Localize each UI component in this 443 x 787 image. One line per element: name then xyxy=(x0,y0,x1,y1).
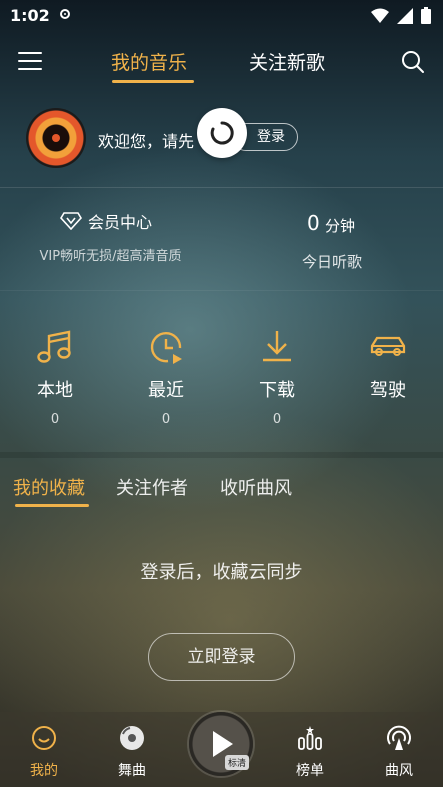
listen-today-label: 今日听歌 xyxy=(301,253,362,271)
car-icon xyxy=(370,336,406,356)
avatar[interactable] xyxy=(26,108,86,168)
quick-item-label: 本地 xyxy=(37,380,73,401)
tab-active-indicator xyxy=(15,504,89,507)
radio-icon xyxy=(387,725,411,750)
quick-item-label: 驾驶 xyxy=(370,380,406,401)
status-time: 1:02 xyxy=(10,6,50,25)
notification-dot-icon xyxy=(60,9,70,19)
user-row: 欢迎您，请先 登录 xyxy=(0,100,443,180)
clock-play-icon xyxy=(150,331,182,364)
search-icon[interactable] xyxy=(400,49,426,75)
bottom-nav-label: 舞曲 xyxy=(118,763,146,779)
quick-item-download[interactable]: 下载 0 xyxy=(222,328,332,427)
bottom-nav-label: 榜单 xyxy=(296,763,324,779)
login-now-button[interactable]: 立即登录 xyxy=(148,633,295,681)
status-icons xyxy=(371,7,431,24)
listen-today[interactable]: 0 分钟 今日听歌 xyxy=(221,195,443,275)
quick-item-count: 0 xyxy=(272,412,282,427)
listen-minutes-value: 0 xyxy=(307,211,320,235)
tab-listening-genres[interactable]: 收听曲风 xyxy=(220,474,292,500)
bottom-nav-chart[interactable]: 榜单 xyxy=(270,724,350,780)
smile-icon xyxy=(32,726,56,750)
listen-minutes-unit: 分钟 xyxy=(325,217,356,235)
bottom-nav-dance[interactable]: 舞曲 xyxy=(92,724,172,780)
play-button[interactable]: 标清 xyxy=(189,712,253,776)
bottom-nav-label: 我的 xyxy=(30,763,58,779)
welcome-text: 欢迎您，请先 xyxy=(98,132,195,151)
bottom-nav-genre[interactable]: 曲风 xyxy=(359,724,439,780)
vip-title-label: 会员中心 xyxy=(88,213,153,232)
vip-subtitle: VIP畅听无损/超高清音质 xyxy=(39,249,182,264)
disc-icon xyxy=(120,726,144,750)
quick-item-recent[interactable]: 最近 0 xyxy=(111,328,221,427)
play-icon xyxy=(213,731,233,757)
quick-item-label: 最近 xyxy=(148,380,184,401)
bottom-nav-label: 曲风 xyxy=(385,763,413,779)
tab-follow-new-songs[interactable]: 关注新歌 xyxy=(249,48,325,75)
wifi-icon xyxy=(371,8,389,23)
vip-center[interactable]: 会员中心 VIP畅听无损/超高清音质 xyxy=(0,195,221,275)
chart-icon xyxy=(298,726,322,750)
signal-icon xyxy=(397,7,413,24)
quick-item-count: 0 xyxy=(161,412,171,427)
quick-item-label: 下载 xyxy=(259,380,295,401)
music-note-icon xyxy=(37,330,71,363)
tab-active-indicator xyxy=(112,80,194,83)
battery-icon xyxy=(421,7,431,24)
menu-icon[interactable] xyxy=(18,52,42,70)
tab-followed-authors[interactable]: 关注作者 xyxy=(116,474,188,500)
tab-my-favorites[interactable]: 我的收藏 xyxy=(13,474,85,500)
section-divider xyxy=(0,452,443,458)
quick-item-driving[interactable]: 驾驶 xyxy=(333,328,443,412)
download-icon xyxy=(263,331,291,362)
divider xyxy=(0,187,443,188)
quality-badge: 标清 xyxy=(225,755,250,770)
bottom-nav-my[interactable]: 我的 xyxy=(4,724,84,780)
loading-spinner-icon xyxy=(197,108,247,158)
vip-diamond-icon xyxy=(60,212,82,230)
vip-title: 会员中心 xyxy=(60,209,152,233)
quick-item-local[interactable]: 本地 0 xyxy=(0,328,110,427)
divider xyxy=(0,290,443,291)
tab-my-music[interactable]: 我的音乐 xyxy=(111,48,187,75)
empty-state-message: 登录后，收藏云同步 xyxy=(140,562,303,583)
top-nav: 我的音乐 关注新歌 xyxy=(0,40,443,88)
quick-item-count: 0 xyxy=(50,412,60,427)
status-bar: 1:02 xyxy=(0,0,443,32)
